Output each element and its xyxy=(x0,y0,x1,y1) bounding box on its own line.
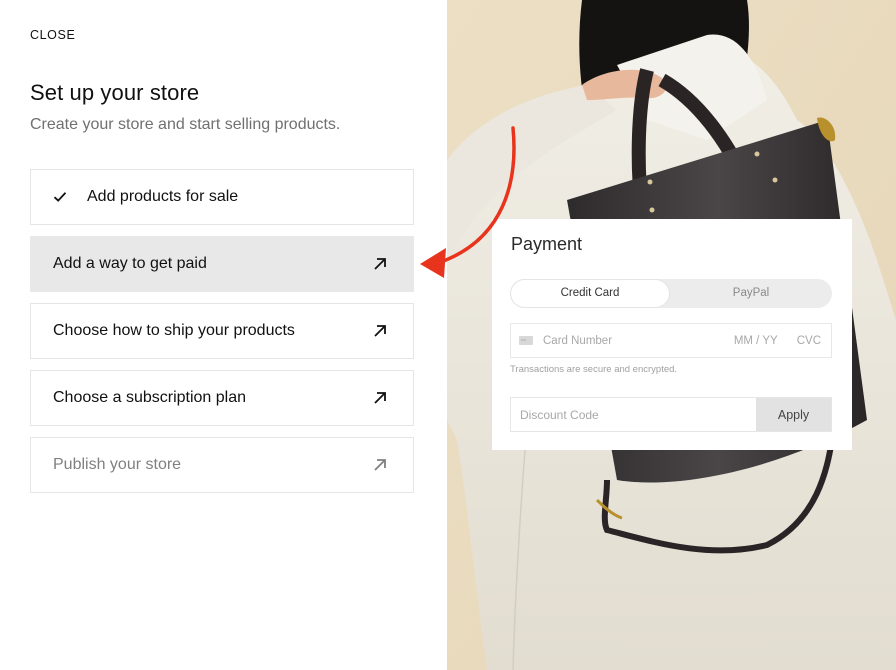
cvc-placeholder[interactable]: CVC xyxy=(797,335,821,347)
step-add-products[interactable]: Add products for sale xyxy=(30,169,414,225)
step-label: Choose how to ship your products xyxy=(53,322,295,339)
step-label: Publish your store xyxy=(53,456,182,473)
credit-card-tab[interactable]: Credit Card xyxy=(511,280,669,307)
apply-button[interactable]: Apply xyxy=(756,398,831,431)
step-get-paid[interactable]: Add a way to get paid xyxy=(30,236,414,292)
check-icon xyxy=(53,188,71,206)
step-label: Add a way to get paid xyxy=(53,255,207,272)
arrow-up-right-icon xyxy=(373,257,387,271)
step-publish[interactable]: Publish your store xyxy=(30,437,414,493)
discount-row: Apply xyxy=(510,397,832,432)
paypal-tab[interactable]: PayPal xyxy=(670,279,832,308)
arrow-up-right-icon xyxy=(373,391,387,405)
close-button[interactable]: CLOSE xyxy=(30,28,75,42)
arrow-up-right-icon xyxy=(373,458,387,472)
payment-card: Payment PayPal Credit Card Card Number M… xyxy=(492,219,852,450)
step-shipping[interactable]: Choose how to ship your products xyxy=(30,303,414,359)
discount-code-input[interactable] xyxy=(511,398,756,431)
page-subtitle: Create your store and start selling prod… xyxy=(30,116,341,133)
setup-steps-list: Add products for sale Add a way to get p… xyxy=(30,169,414,504)
card-details-field[interactable]: Card Number MM / YY CVC xyxy=(510,323,832,358)
arrow-up-right-icon xyxy=(373,324,387,338)
payment-title: Payment xyxy=(511,234,583,254)
step-label: Choose a subscription plan xyxy=(53,389,247,406)
security-note: Transactions are secure and encrypted. xyxy=(510,364,678,375)
step-label: Add products for sale xyxy=(87,188,239,205)
page-title: Set up your store xyxy=(30,80,200,105)
setup-panel: CLOSE Set up your store Create your stor… xyxy=(0,0,447,670)
credit-card-icon xyxy=(519,336,533,345)
payment-method-toggle: PayPal Credit Card xyxy=(510,279,832,308)
expiry-placeholder[interactable]: MM / YY xyxy=(734,335,778,347)
step-subscription[interactable]: Choose a subscription plan xyxy=(30,370,414,426)
card-number-placeholder[interactable]: Card Number xyxy=(543,335,734,347)
